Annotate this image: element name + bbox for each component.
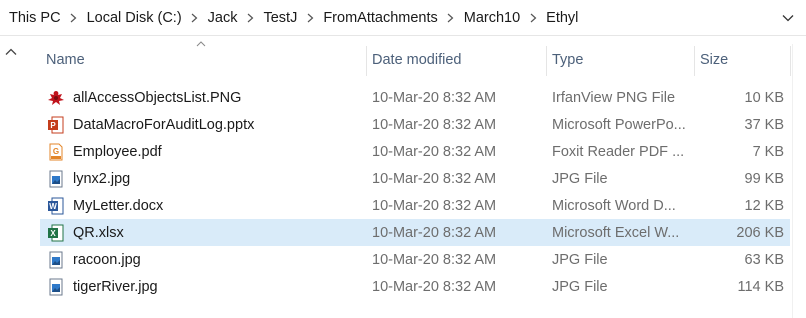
chevron-right-icon[interactable]: [439, 0, 463, 36]
file-date: 10-Mar-20 8:32 AM: [372, 197, 497, 214]
column-header-size[interactable]: Size: [694, 44, 790, 76]
file-type: JPG File: [552, 170, 608, 187]
file-size: 206 KB: [736, 224, 784, 241]
word-icon: W: [46, 192, 66, 219]
file-name: allAccessObjectsList.PNG: [73, 89, 242, 106]
breadcrumb-ethyl[interactable]: Ethyl: [545, 10, 579, 26]
file-size: 37 KB: [744, 116, 785, 133]
file-name: MyLetter.docx: [73, 197, 164, 214]
svg-text:W: W: [49, 202, 57, 211]
column-header-type[interactable]: Type: [546, 44, 694, 76]
file-date: 10-Mar-20 8:32 AM: [372, 170, 497, 187]
file-row[interactable]: racoon.jpg 10-Mar-20 8:32 AM JPG File 63…: [40, 246, 790, 273]
svg-text:G: G: [53, 147, 59, 156]
file-date: 10-Mar-20 8:32 AM: [372, 116, 497, 133]
file-size: 7 KB: [752, 143, 784, 160]
file-type: JPG File: [552, 251, 608, 268]
chevron-down-icon[interactable]: [780, 10, 796, 26]
address-bar[interactable]: This PC Local Disk (C:) Jack TestJ FromA…: [0, 0, 806, 36]
breadcrumb-testj[interactable]: TestJ: [262, 10, 298, 26]
chevron-up-icon[interactable]: [4, 46, 18, 58]
file-date: 10-Mar-20 8:32 AM: [372, 251, 497, 268]
chevron-right-icon[interactable]: [521, 0, 545, 36]
file-name: tigerRiver.jpg: [73, 278, 158, 295]
file-type: Microsoft Word D...: [552, 197, 676, 214]
file-row[interactable]: W MyLetter.docx 10-Mar-20 8:32 AM Micros…: [40, 192, 790, 219]
file-row[interactable]: G Employee.pdf 10-Mar-20 8:32 AM Foxit R…: [40, 138, 790, 165]
chevron-right-icon[interactable]: [238, 0, 262, 36]
chevron-right-icon[interactable]: [62, 0, 86, 36]
image-file-icon: [46, 246, 66, 273]
file-date: 10-Mar-20 8:32 AM: [372, 224, 497, 241]
file-size: 99 KB: [744, 170, 785, 187]
excel-icon: X: [46, 219, 66, 246]
chevron-right-icon[interactable]: [298, 0, 322, 36]
file-name: QR.xlsx: [73, 224, 124, 241]
breadcrumb: This PC Local Disk (C:) Jack TestJ FromA…: [8, 0, 579, 36]
file-size: 114 KB: [737, 278, 785, 295]
breadcrumb-march10[interactable]: March10: [463, 10, 521, 26]
breadcrumb-this-pc[interactable]: This PC: [8, 10, 62, 26]
column-header-row: Name Date modified Type Size: [40, 41, 796, 76]
file-size: 63 KB: [744, 251, 785, 268]
svg-text:X: X: [50, 229, 56, 238]
breadcrumb-fromattachments[interactable]: FromAttachments: [322, 10, 438, 26]
svg-text:P: P: [50, 121, 56, 130]
file-type: IrfanView PNG File: [552, 89, 676, 106]
file-type: Microsoft PowerPo...: [552, 116, 686, 133]
column-header-date[interactable]: Date modified: [366, 44, 546, 76]
file-row[interactable]: allAccessObjectsList.PNG 10-Mar-20 8:32 …: [40, 84, 790, 111]
powerpoint-icon: P: [46, 111, 66, 138]
column-header-name[interactable]: Name: [40, 44, 360, 76]
file-row-selected[interactable]: X QR.xlsx 10-Mar-20 8:32 AM Microsoft Ex…: [40, 219, 790, 246]
file-row[interactable]: P DataMacroForAuditLog.pptx 10-Mar-20 8:…: [40, 111, 790, 138]
breadcrumb-jack[interactable]: Jack: [207, 10, 239, 26]
irfanview-icon: [46, 84, 66, 111]
file-name: Employee.pdf: [73, 143, 162, 160]
image-file-icon: [46, 273, 66, 300]
vertical-scrollbar[interactable]: [792, 44, 806, 318]
column-divider[interactable]: [790, 46, 791, 76]
chevron-right-icon[interactable]: [183, 0, 207, 36]
file-size: 10 KB: [744, 89, 785, 106]
file-date: 10-Mar-20 8:32 AM: [372, 143, 497, 160]
file-type: Microsoft Excel W...: [552, 224, 680, 241]
file-row[interactable]: lynx2.jpg 10-Mar-20 8:32 AM JPG File 99 …: [40, 165, 790, 192]
image-file-icon: [46, 165, 66, 192]
file-type: JPG File: [552, 278, 608, 295]
foxit-pdf-icon: G: [46, 138, 66, 165]
file-date: 10-Mar-20 8:32 AM: [372, 89, 497, 106]
file-name: DataMacroForAuditLog.pptx: [73, 116, 255, 133]
file-name: racoon.jpg: [73, 251, 141, 268]
file-row[interactable]: tigerRiver.jpg 10-Mar-20 8:32 AM JPG Fil…: [40, 273, 790, 300]
file-type: Foxit Reader PDF ...: [552, 143, 685, 160]
file-name: lynx2.jpg: [73, 170, 131, 187]
breadcrumb-local-disk[interactable]: Local Disk (C:): [86, 10, 183, 26]
file-date: 10-Mar-20 8:32 AM: [372, 278, 497, 295]
file-size: 12 KB: [744, 197, 785, 214]
